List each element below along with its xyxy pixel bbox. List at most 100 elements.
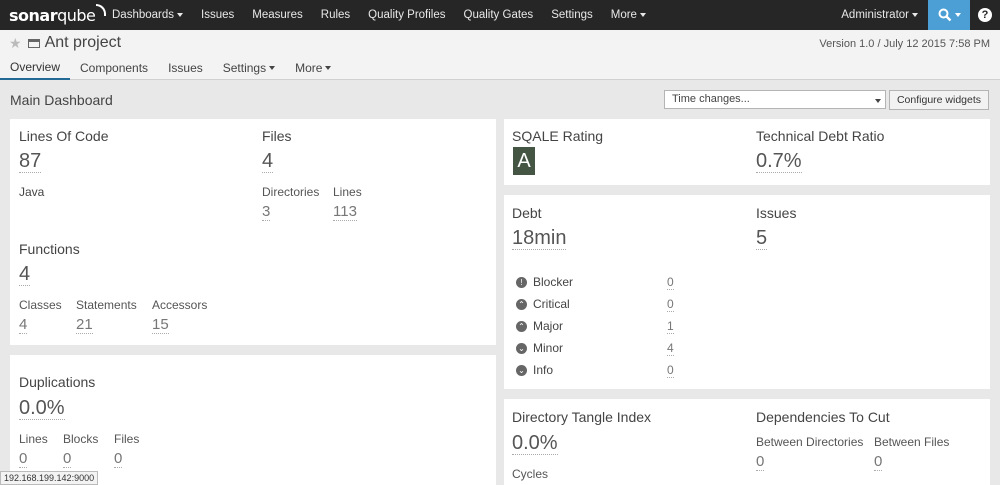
dup-blocks-label: Blocks xyxy=(63,432,99,446)
chevron-down-icon xyxy=(177,13,184,17)
tab-overview[interactable]: Overview xyxy=(0,56,71,80)
tab-more-label: More xyxy=(295,61,323,75)
tab-settings[interactable]: Settings xyxy=(213,56,285,80)
tab-components[interactable]: Components xyxy=(70,56,158,80)
statements-label: Statements xyxy=(76,298,137,312)
severity-row-blocker[interactable]: ! Blocker 0 xyxy=(516,274,676,290)
logo-text: sonarqube xyxy=(9,5,96,25)
tab-overview-label: Overview xyxy=(10,60,61,74)
loc-label: Lines Of Code xyxy=(19,128,109,144)
nav-settings-label: Settings xyxy=(551,9,593,21)
logo-suffix: qube xyxy=(57,5,96,25)
tab-issues[interactable]: Issues xyxy=(158,56,213,80)
loc-value[interactable]: 87 xyxy=(19,150,42,173)
accessors-label: Accessors xyxy=(152,298,208,312)
chevron-down-icon xyxy=(639,13,646,17)
debt-ratio-label: Technical Debt Ratio xyxy=(756,128,885,144)
accessors-value[interactable]: 15 xyxy=(152,316,169,334)
lines-value[interactable]: 113 xyxy=(333,203,357,221)
duplications-value[interactable]: 0.0% xyxy=(19,397,65,420)
blocker-icon: ! xyxy=(516,276,527,288)
minor-icon: ⌄ xyxy=(516,342,527,354)
project-version: Version 1.0 / July 12 2015 7:58 PM xyxy=(819,38,990,50)
functions-value[interactable]: 4 xyxy=(19,263,31,286)
dup-files-value[interactable]: 0 xyxy=(114,450,123,468)
severity-count[interactable]: 0 xyxy=(667,275,674,290)
nav-issues[interactable]: Issues xyxy=(192,0,243,30)
tab-more[interactable]: More xyxy=(285,56,341,80)
sqale-rating-label: SQALE Rating xyxy=(512,128,604,144)
time-changes-select[interactable]: Time changes... xyxy=(664,90,886,109)
nav-quality-profiles-label: Quality Profiles xyxy=(368,9,446,21)
dashboard-title: Main Dashboard xyxy=(10,92,113,108)
files-value[interactable]: 4 xyxy=(262,150,274,173)
nav-more[interactable]: More xyxy=(602,0,655,30)
nav-quality-gates[interactable]: Quality Gates xyxy=(455,0,543,30)
functions-label: Functions xyxy=(19,241,80,257)
nav-more-label: More xyxy=(610,9,637,21)
top-navbar: sonarqube Dashboards Issues Measures Rul… xyxy=(0,0,1000,30)
severity-label: Major xyxy=(533,319,564,333)
logo-arc-icon xyxy=(96,4,106,16)
configure-widgets-button[interactable]: Configure widgets xyxy=(889,90,989,110)
between-dirs-value[interactable]: 0 xyxy=(756,453,765,471)
nav-settings[interactable]: Settings xyxy=(542,0,602,30)
severity-count[interactable]: 0 xyxy=(667,297,674,312)
chevron-down-icon xyxy=(325,66,332,70)
major-icon: ⌃ xyxy=(516,320,527,332)
severity-row-critical[interactable]: ⌃ Critical 0 xyxy=(516,296,676,312)
severity-row-major[interactable]: ⌃ Major 1 xyxy=(516,318,676,334)
user-name: Administrator xyxy=(841,9,909,21)
files-label: Files xyxy=(262,128,292,144)
debt-ratio-value[interactable]: 0.7% xyxy=(756,150,802,173)
sqale-widget: SQALE Rating A Technical Debt Ratio 0.7% xyxy=(504,119,990,185)
classes-value[interactable]: 4 xyxy=(19,316,28,334)
tangle-widget: Directory Tangle Index 0.0% Cycles Depen… xyxy=(504,399,990,485)
nav-quality-profiles[interactable]: Quality Profiles xyxy=(359,0,454,30)
severity-count[interactable]: 1 xyxy=(667,319,674,334)
duplications-label: Duplications xyxy=(19,374,96,390)
chevron-down-icon xyxy=(269,66,276,70)
dup-lines-value[interactable]: 0 xyxy=(19,450,28,468)
severity-row-minor[interactable]: ⌄ Minor 4 xyxy=(516,340,676,356)
search-button[interactable] xyxy=(928,0,970,30)
issues-value[interactable]: 5 xyxy=(756,227,768,250)
tab-components-label: Components xyxy=(80,61,149,75)
sonarqube-logo[interactable]: sonarqube xyxy=(0,0,106,30)
help-button[interactable]: ? xyxy=(970,0,1000,30)
nav-measures[interactable]: Measures xyxy=(243,0,312,30)
nav-quality-gates-label: Quality Gates xyxy=(463,9,534,21)
nav-measures-label: Measures xyxy=(252,9,303,21)
classes-label: Classes xyxy=(19,298,62,312)
statements-value[interactable]: 21 xyxy=(76,316,93,334)
chevron-down-icon xyxy=(912,13,918,17)
help-icon: ? xyxy=(978,8,992,22)
nav-dashboards[interactable]: Dashboards xyxy=(106,0,192,30)
tangle-index-label: Directory Tangle Index xyxy=(512,409,652,425)
severity-row-info[interactable]: ⌄ Info 0 xyxy=(516,362,676,378)
dup-blocks-value[interactable]: 0 xyxy=(63,450,72,468)
time-changes-value: Time changes... xyxy=(672,93,750,105)
debt-label: Debt xyxy=(512,205,542,221)
chevron-down-icon xyxy=(954,13,961,17)
directories-value[interactable]: 3 xyxy=(262,203,271,221)
nav-dashboards-label: Dashboards xyxy=(112,9,175,21)
severity-count[interactable]: 4 xyxy=(667,341,674,356)
between-files-label: Between Files xyxy=(874,435,950,449)
nav-rules[interactable]: Rules xyxy=(312,0,359,30)
size-widget: Lines Of Code 87 Java Files 4 Directorie… xyxy=(10,119,496,345)
severity-label: Info xyxy=(533,363,554,377)
tangle-index-value[interactable]: 0.0% xyxy=(512,432,558,455)
severity-count[interactable]: 0 xyxy=(667,363,674,378)
info-icon: ⌄ xyxy=(516,364,527,376)
user-menu[interactable]: Administrator xyxy=(831,0,928,30)
sqale-rating-badge[interactable]: A xyxy=(513,147,535,175)
status-bar-url: 192.168.199.142:9000 xyxy=(0,471,99,485)
lines-label: Lines xyxy=(333,185,362,199)
tab-issues-label: Issues xyxy=(168,61,203,75)
debt-value[interactable]: 18min xyxy=(512,227,567,250)
between-files-value[interactable]: 0 xyxy=(874,453,883,471)
severity-label: Blocker xyxy=(533,275,574,289)
star-icon[interactable]: ★ xyxy=(9,35,22,52)
logo-prefix: sonar xyxy=(9,5,58,25)
